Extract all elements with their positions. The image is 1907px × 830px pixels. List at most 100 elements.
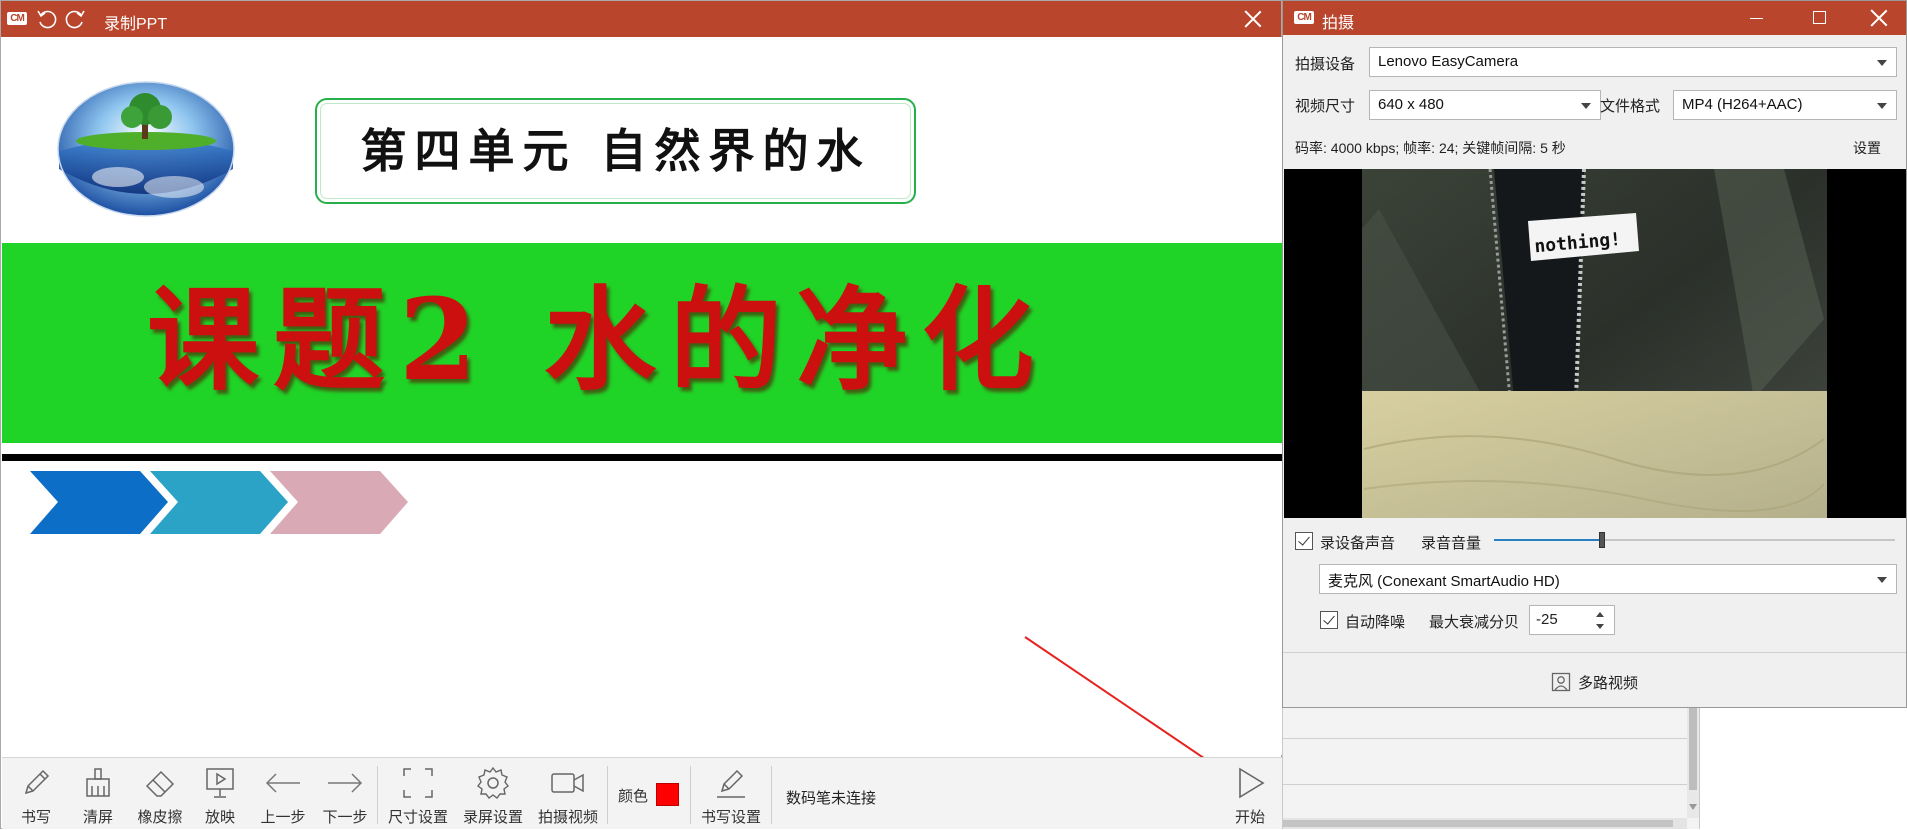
size-settings-button[interactable]: 尺寸设置 bbox=[386, 758, 450, 830]
window-title: 录制PPT bbox=[104, 16, 168, 33]
presentation-icon bbox=[206, 768, 234, 798]
row-divider bbox=[1283, 738, 1688, 739]
video-size-label: 视频尺寸 bbox=[1295, 98, 1356, 115]
pen-settings-icon bbox=[717, 769, 745, 798]
horizontal-scrollbar[interactable] bbox=[1283, 818, 1687, 829]
play-label: 放映 bbox=[204, 809, 235, 826]
write-button[interactable]: 书写 bbox=[14, 758, 58, 830]
volume-slider-fill bbox=[1494, 539, 1603, 541]
eraser-label: 橡皮擦 bbox=[137, 809, 183, 826]
write-settings-label: 书写设置 bbox=[700, 809, 761, 826]
camera-window: CM 拍摄 拍摄设备 Lenovo EasyCamera 视频尺寸 640 x … bbox=[1282, 0, 1907, 708]
redo-icon[interactable] bbox=[63, 7, 87, 31]
crop-frame-icon bbox=[403, 768, 433, 798]
earth-globe-image bbox=[57, 81, 235, 217]
play-button[interactable]: 放映 bbox=[198, 758, 242, 830]
toolbar-separator bbox=[771, 766, 772, 824]
encoding-info: 码率: 4000 kbps; 帧率: 24; 关键帧间隔: 5 秒 bbox=[1295, 140, 1566, 156]
pencil-icon bbox=[24, 769, 50, 795]
window-title: 拍摄 bbox=[1322, 15, 1355, 32]
record-audio-label: 录设备声音 bbox=[1320, 535, 1396, 552]
undo-icon[interactable] bbox=[35, 7, 59, 31]
next-label: 下一步 bbox=[322, 809, 368, 826]
capture-video-button[interactable]: 拍摄视频 bbox=[534, 758, 602, 830]
chevron-down-icon bbox=[1877, 103, 1887, 109]
section-divider bbox=[1283, 652, 1906, 653]
eraser-icon bbox=[145, 770, 175, 797]
app-logo-icon: CM bbox=[7, 12, 27, 25]
chevron-down-icon bbox=[1877, 60, 1887, 66]
color-label: 颜色 bbox=[618, 788, 649, 805]
multi-video-label: 多路视频 bbox=[1578, 675, 1639, 692]
arrow-right-icon bbox=[328, 773, 363, 793]
record-settings-button[interactable]: 录屏设置 bbox=[460, 758, 526, 830]
ppt-recorder-window: CM 录制PPT 第四单元 自然界的水 课题2 水的净化 书写 清屏 橡皮擦 放… bbox=[0, 0, 1282, 829]
start-button[interactable]: 开始 bbox=[1228, 758, 1272, 830]
settings-link[interactable]: 设置 bbox=[1853, 138, 1881, 158]
chevron-arrows bbox=[30, 471, 408, 534]
app-logo-icon: CM bbox=[1294, 11, 1314, 24]
write-settings-button[interactable]: 书写设置 bbox=[698, 758, 764, 830]
file-format-value: MP4 (H264+AAC) bbox=[1682, 96, 1803, 113]
chevron-2 bbox=[150, 471, 288, 534]
volume-slider-thumb[interactable] bbox=[1599, 532, 1606, 548]
color-swatch[interactable] bbox=[656, 783, 679, 806]
arrow-left-icon bbox=[265, 773, 300, 793]
unit-title-box: 第四单元 自然界的水 bbox=[315, 98, 916, 204]
video-size-value: 640 x 480 bbox=[1378, 96, 1444, 113]
pen-status-text: 数码笔未连接 bbox=[786, 790, 877, 807]
gear-icon bbox=[477, 766, 509, 799]
user-frame-icon bbox=[1551, 672, 1571, 692]
file-format-label: 文件格式 bbox=[1600, 98, 1661, 115]
ppt-title-bar: CM 录制PPT bbox=[1, 1, 1281, 37]
scrollbar[interactable] bbox=[1687, 708, 1699, 818]
prev-label: 上一步 bbox=[260, 809, 306, 826]
play-triangle-icon bbox=[1239, 767, 1265, 799]
camera-frame-image: nothing! bbox=[1362, 169, 1827, 518]
device-label: 拍摄设备 bbox=[1295, 56, 1356, 73]
camera-preview: nothing! bbox=[1284, 169, 1906, 518]
lesson-title: 课题2 水的净化 bbox=[147, 275, 1048, 406]
volume-slider[interactable] bbox=[1494, 532, 1895, 548]
chevron-3 bbox=[270, 471, 408, 534]
slide-divider bbox=[2, 454, 1282, 461]
denoise-label: 自动降噪 bbox=[1345, 614, 1406, 631]
max-attenuation-spinner[interactable]: -25 bbox=[1529, 605, 1615, 635]
maximize-icon[interactable] bbox=[1813, 11, 1826, 24]
microphone-select[interactable]: 麦克风 (Conexant SmartAudio HD) bbox=[1319, 564, 1897, 594]
video-size-select[interactable]: 640 x 480 bbox=[1369, 90, 1601, 120]
file-format-select[interactable]: MP4 (H264+AAC) bbox=[1673, 90, 1897, 120]
start-label: 开始 bbox=[1234, 809, 1265, 826]
record-audio-checkbox[interactable] bbox=[1295, 532, 1313, 550]
bottom-toolbar: 书写 清屏 橡皮擦 放映 上一步 下一步 尺寸设置 录屏设置 拍摄视频 颜色 书… bbox=[2, 757, 1282, 829]
spin-down-icon[interactable] bbox=[1596, 624, 1604, 629]
clear-screen-button[interactable]: 清屏 bbox=[76, 758, 120, 830]
toolbar-separator bbox=[607, 766, 608, 824]
max-attenuation-label: 最大衰减分贝 bbox=[1429, 614, 1520, 631]
row-divider bbox=[1283, 784, 1688, 785]
chevron-1 bbox=[30, 471, 168, 534]
unit-title: 第四单元 自然界的水 bbox=[360, 124, 871, 178]
minimize-icon[interactable] bbox=[1750, 18, 1763, 19]
multi-video-button[interactable]: 多路视频 bbox=[1551, 670, 1651, 694]
eraser-button[interactable]: 橡皮擦 bbox=[132, 758, 188, 830]
denoise-checkbox[interactable] bbox=[1320, 611, 1338, 629]
chevron-down-icon bbox=[1877, 577, 1887, 583]
next-step-button[interactable]: 下一步 bbox=[320, 758, 370, 830]
volume-label: 录音音量 bbox=[1421, 535, 1482, 552]
background-window bbox=[1282, 708, 1700, 829]
spin-up-icon[interactable] bbox=[1596, 612, 1604, 617]
close-icon[interactable] bbox=[1868, 7, 1890, 29]
close-icon[interactable] bbox=[1242, 8, 1264, 30]
device-select[interactable]: Lenovo EasyCamera bbox=[1369, 47, 1897, 77]
camera-title-bar: CM 拍摄 bbox=[1283, 1, 1906, 35]
max-attenuation-value: -25 bbox=[1536, 611, 1558, 628]
microphone-value: 麦克风 (Conexant SmartAudio HD) bbox=[1328, 573, 1560, 590]
scroll-down-icon[interactable] bbox=[1689, 804, 1697, 810]
capture-video-label: 拍摄视频 bbox=[537, 809, 598, 826]
prev-step-button[interactable]: 上一步 bbox=[258, 758, 308, 830]
horizontal-scrollbar-thumb[interactable] bbox=[1283, 820, 1673, 827]
clear-label: 清屏 bbox=[82, 809, 113, 826]
chevron-down-icon bbox=[1581, 103, 1591, 109]
scrollbar-thumb[interactable] bbox=[1689, 708, 1697, 790]
